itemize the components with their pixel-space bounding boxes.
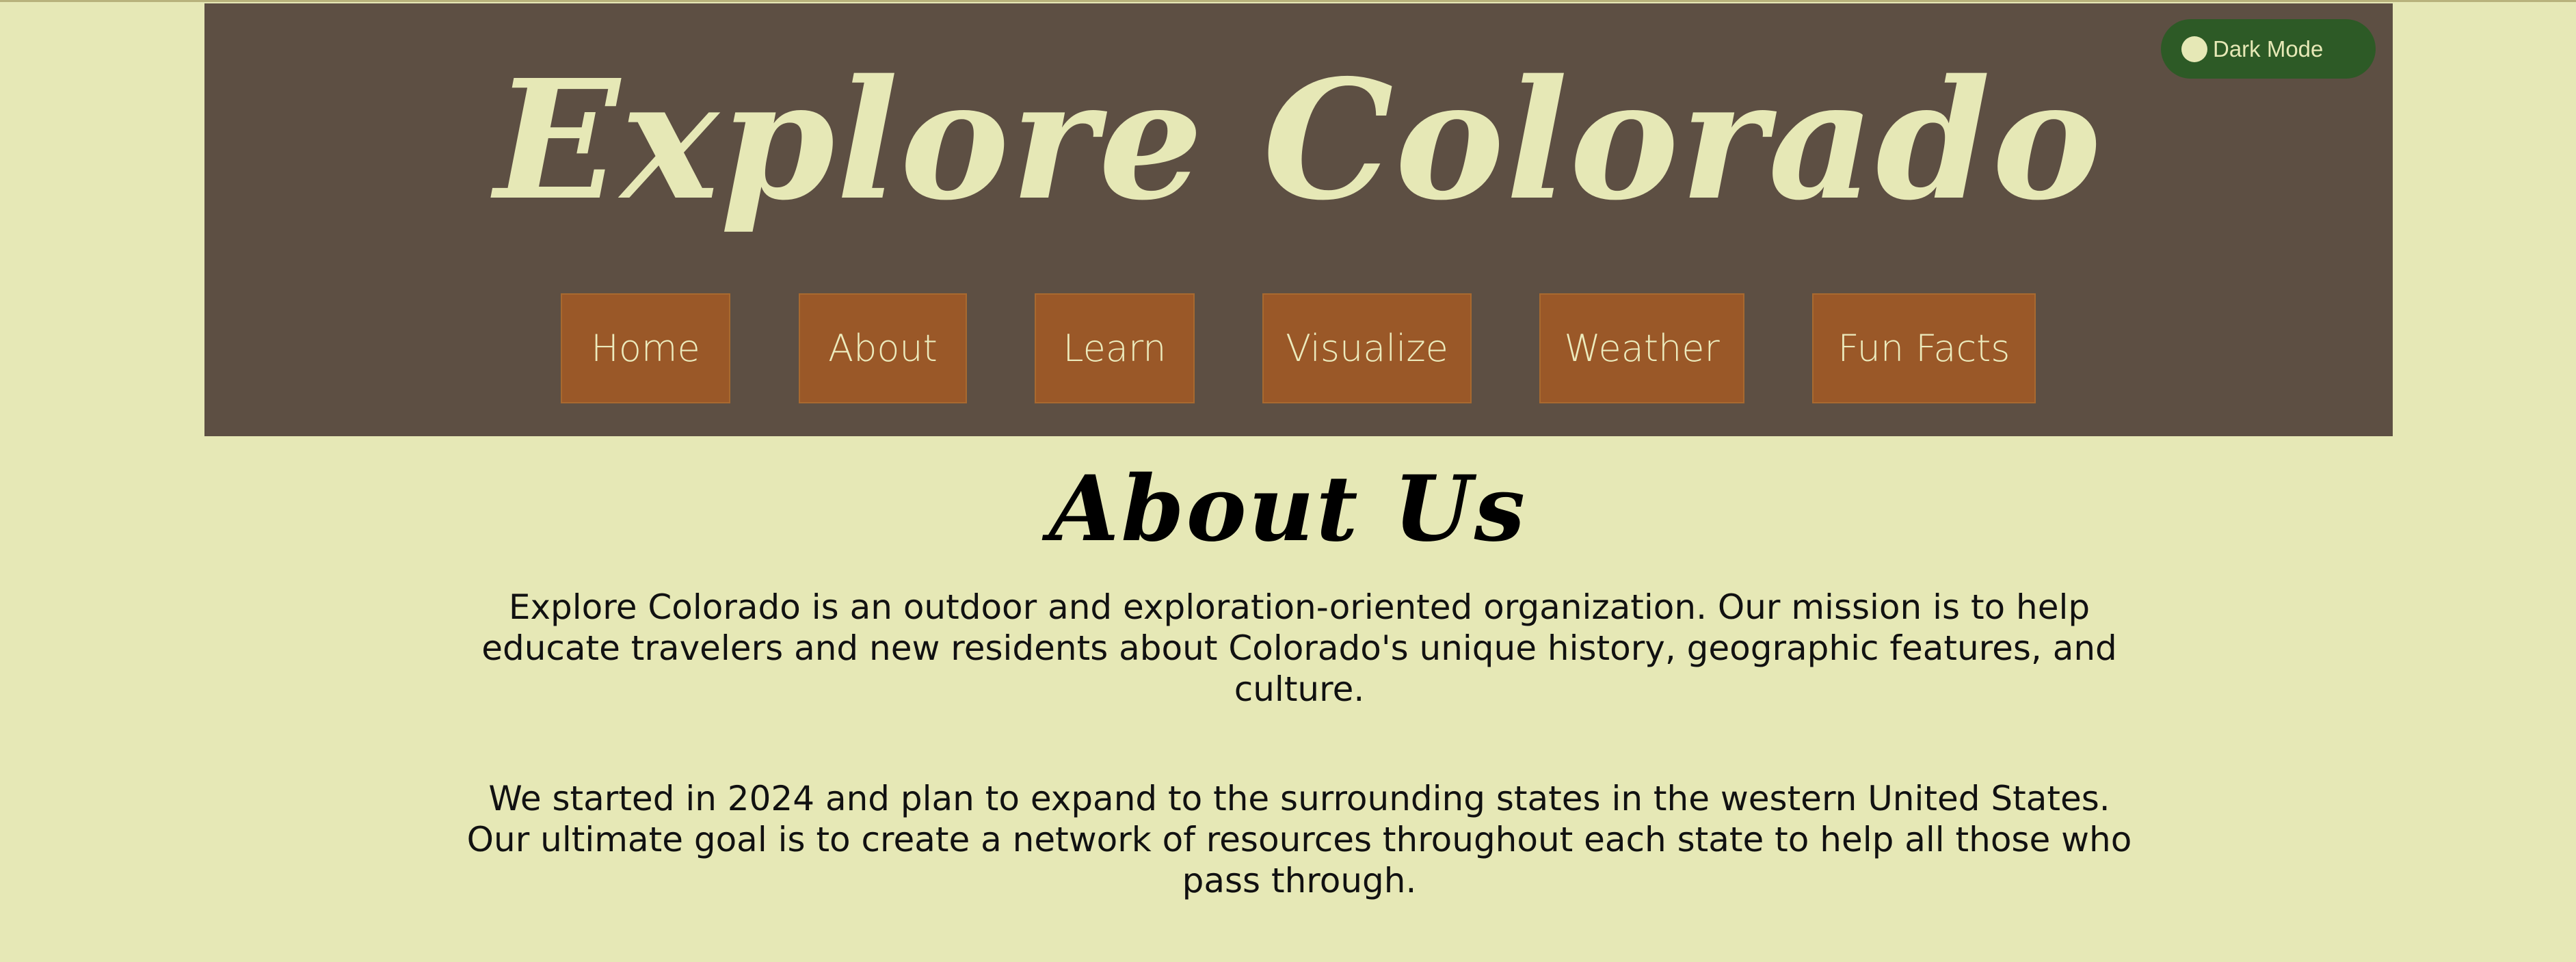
about-paragraph-history: We started in 2024 and plan to expand to… <box>466 779 2132 900</box>
nav-about-button[interactable]: About <box>799 293 967 403</box>
nav-learn-button[interactable]: Learn <box>1035 293 1195 403</box>
about-heading: About Us <box>1048 456 1528 562</box>
nav-home-button[interactable]: Home <box>561 293 730 403</box>
nav-weather-button[interactable]: Weather <box>1539 293 1744 403</box>
top-border-line <box>0 0 2576 2</box>
dark-mode-toggle[interactable]: Dark Mode <box>2161 19 2376 79</box>
toggle-knob-icon <box>2181 36 2207 62</box>
site-title: Explore Colorado <box>494 44 2103 237</box>
nav-fun-facts-button[interactable]: Fun Facts <box>1812 293 2036 403</box>
site-header: Explore Colorado Home About Learn Visual… <box>204 3 2393 436</box>
about-paragraph-mission: Explore Colorado is an outdoor and explo… <box>481 587 2117 709</box>
nav-visualize-button[interactable]: Visualize <box>1262 293 1472 403</box>
dark-mode-label: Dark Mode <box>2213 36 2324 62</box>
